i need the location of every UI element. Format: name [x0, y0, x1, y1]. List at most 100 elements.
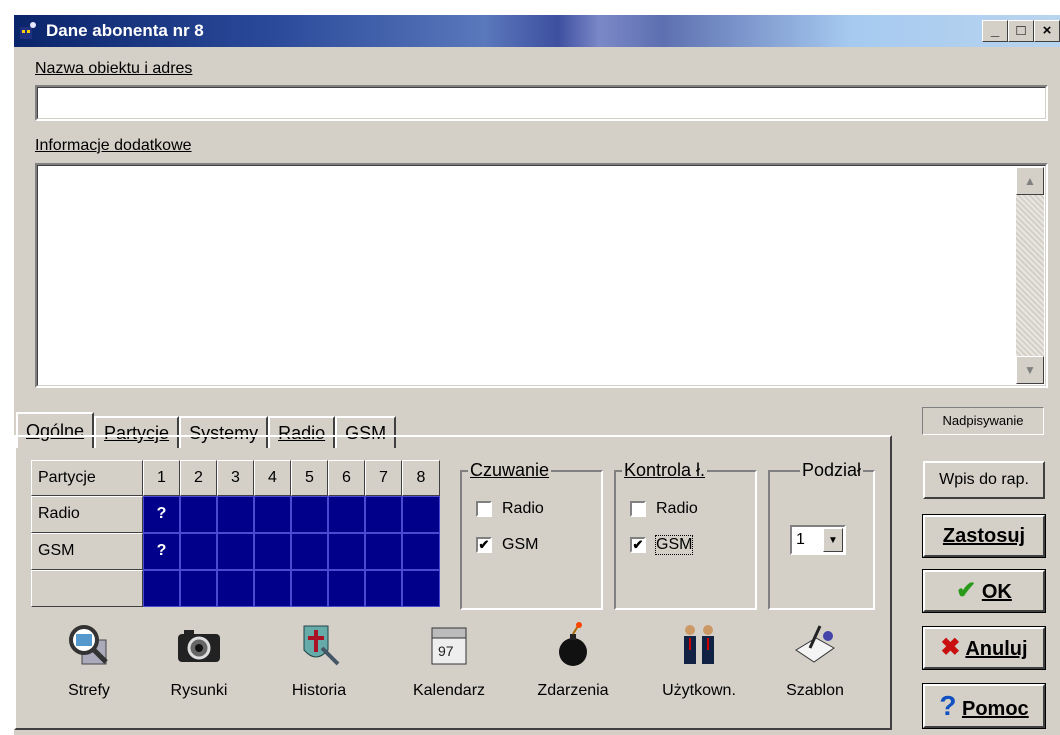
- magnifier-icon: [64, 620, 114, 670]
- checkbox-box[interactable]: ✔: [630, 537, 646, 553]
- toolbar-label: Użytkown.: [662, 682, 736, 699]
- help-button[interactable]: ? Pomoc: [922, 683, 1046, 729]
- kontrola-radio-checkbox[interactable]: Radio: [630, 500, 698, 518]
- grid-corner-label: Partycje: [31, 460, 143, 496]
- grid-col-header: 3: [217, 460, 254, 496]
- grid-cell[interactable]: [328, 496, 365, 533]
- chevron-down-icon[interactable]: ▼: [823, 528, 843, 552]
- grid-col-header: 6: [328, 460, 365, 496]
- grid-col-header: 7: [365, 460, 402, 496]
- kontrola-group: Kontrola ł. Radio ✔ GSM: [614, 460, 757, 610]
- grid-cell[interactable]: [291, 570, 328, 607]
- uzytkownicy-button[interactable]: Użytkown.: [654, 620, 744, 720]
- grid-cell[interactable]: [180, 533, 217, 570]
- grid-cell[interactable]: [365, 496, 402, 533]
- czuwanie-title: Czuwanie: [468, 460, 552, 481]
- rysunki-button[interactable]: Rysunki: [154, 620, 244, 720]
- szablon-button[interactable]: Szablon: [770, 620, 860, 720]
- question-icon: ?: [939, 690, 957, 721]
- grid-cell[interactable]: [254, 496, 291, 533]
- title-bar[interactable]: Dane abonenta nr 8 _ □ ×: [14, 15, 1060, 47]
- historia-button[interactable]: Historia: [274, 620, 364, 720]
- toolbar-label: Rysunki: [170, 682, 228, 699]
- grid-cell[interactable]: [254, 570, 291, 607]
- maximize-button[interactable]: □: [1008, 20, 1034, 42]
- grid-cell[interactable]: [291, 533, 328, 570]
- zastosuj-button[interactable]: Zastosuj: [922, 514, 1046, 558]
- scroll-down-button[interactable]: ▼: [1016, 356, 1044, 384]
- grid-cell[interactable]: [291, 496, 328, 533]
- wpis-do-rap-button[interactable]: Wpis do rap.: [923, 461, 1045, 499]
- users-icon: [674, 620, 724, 670]
- info-textarea[interactable]: ▲ ▼: [35, 163, 1048, 388]
- toolbar-label: Historia: [291, 682, 347, 699]
- grid-row-label-radio: Radio: [31, 496, 143, 533]
- kontrola-title: Kontrola ł.: [622, 460, 708, 481]
- cancel-button[interactable]: ✖ Anuluj: [922, 626, 1046, 670]
- grid-row-label-gsm: GSM: [31, 533, 143, 570]
- podzial-title: Podział: [799, 460, 863, 481]
- grid-cell[interactable]: ?: [143, 496, 180, 533]
- checkbox-box[interactable]: [476, 501, 492, 517]
- strefy-button[interactable]: Strefy: [44, 620, 134, 720]
- grid-cell[interactable]: [402, 496, 440, 533]
- dialog-window: Dane abonenta nr 8 _ □ × Nazwa obiektu i…: [12, 13, 1060, 735]
- status-indicator: Nadpisywanie: [922, 407, 1044, 435]
- podzial-value: 1: [796, 531, 805, 548]
- checkbox-label: GSM: [502, 536, 539, 553]
- grid-cell[interactable]: [365, 533, 402, 570]
- calendar-icon: 97: [424, 620, 474, 670]
- close-button[interactable]: ×: [1034, 20, 1060, 42]
- svg-text:97: 97: [438, 643, 454, 659]
- grid-cell[interactable]: [254, 533, 291, 570]
- grid-cell[interactable]: [402, 570, 440, 607]
- kalendarz-button[interactable]: 97 Kalendarz: [404, 620, 494, 720]
- kontrola-gsm-checkbox[interactable]: ✔ GSM: [630, 535, 694, 555]
- checkbox-box[interactable]: [630, 501, 646, 517]
- minimize-button[interactable]: _: [982, 20, 1008, 42]
- czuwanie-group: Czuwanie Radio ✔ GSM: [460, 460, 603, 610]
- grid-row-label-empty: [31, 570, 143, 607]
- name-label: Nazwa obiektu i adres: [35, 60, 193, 77]
- shield-icon: [294, 620, 344, 670]
- grid-cell[interactable]: [180, 570, 217, 607]
- camera-icon: [174, 620, 224, 670]
- zdarzenia-button[interactable]: Zdarzenia: [528, 620, 618, 720]
- checkbox-label: Radio: [502, 500, 544, 517]
- ok-button[interactable]: ✔ OK: [922, 569, 1046, 613]
- checkbox-box[interactable]: ✔: [476, 537, 492, 553]
- grid-cell[interactable]: [180, 496, 217, 533]
- podzial-select[interactable]: 1 ▼: [790, 525, 846, 555]
- grid-cell[interactable]: [365, 570, 402, 607]
- name-field[interactable]: [35, 85, 1048, 121]
- bomb-icon: [548, 620, 598, 670]
- grid-cell[interactable]: [143, 570, 180, 607]
- grid-col-header: 5: [291, 460, 328, 496]
- scroll-up-button[interactable]: ▲: [1016, 167, 1044, 195]
- toolbar-label: Zdarzenia: [537, 682, 609, 699]
- info-scrollbar[interactable]: ▲ ▼: [1016, 167, 1044, 384]
- toolbar-label: Szablon: [786, 682, 844, 699]
- grid-cell[interactable]: ?: [143, 533, 180, 570]
- grid-cell[interactable]: [217, 570, 254, 607]
- grid-col-header: 1: [143, 460, 180, 496]
- toolbar-label: Strefy: [68, 682, 110, 699]
- grid-col-header: 2: [180, 460, 217, 496]
- grid-cell[interactable]: [217, 496, 254, 533]
- template-icon: [790, 620, 840, 670]
- checkbox-label: Radio: [656, 500, 698, 517]
- cross-icon: ✖: [940, 634, 961, 661]
- grid-col-header: 4: [254, 460, 291, 496]
- grid-cell[interactable]: [328, 533, 365, 570]
- grid-col-header: 8: [402, 460, 440, 496]
- checkbox-label: GSM: [654, 535, 694, 555]
- czuwanie-radio-checkbox[interactable]: Radio: [476, 500, 544, 518]
- checkmark-icon: ✔: [956, 577, 977, 604]
- toolbar-label: Kalendarz: [412, 682, 486, 699]
- czuwanie-gsm-checkbox[interactable]: ✔ GSM: [476, 536, 538, 554]
- info-label: Informacje dodatkowe: [35, 137, 192, 154]
- grid-cell[interactable]: [217, 533, 254, 570]
- grid-cell[interactable]: [328, 570, 365, 607]
- window-title: Dane abonenta nr 8: [46, 21, 204, 40]
- grid-cell[interactable]: [402, 533, 440, 570]
